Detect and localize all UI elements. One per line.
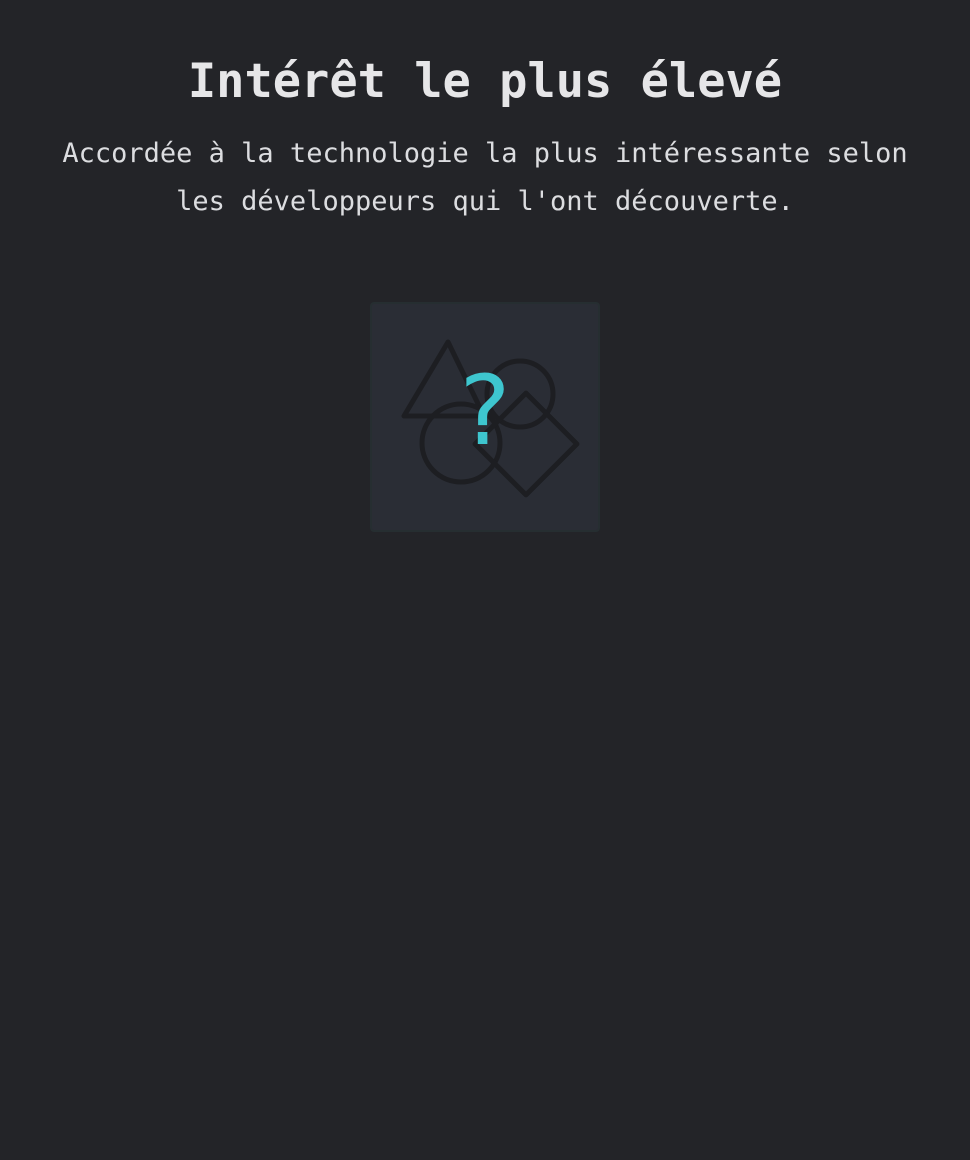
unknown-winner-icon: ? <box>459 355 511 467</box>
award-description: Accordée à la technologie la plus intére… <box>62 138 908 217</box>
award-title: Intérêt le plus élevé <box>187 54 783 109</box>
award-placeholder-card: ? <box>370 302 600 532</box>
